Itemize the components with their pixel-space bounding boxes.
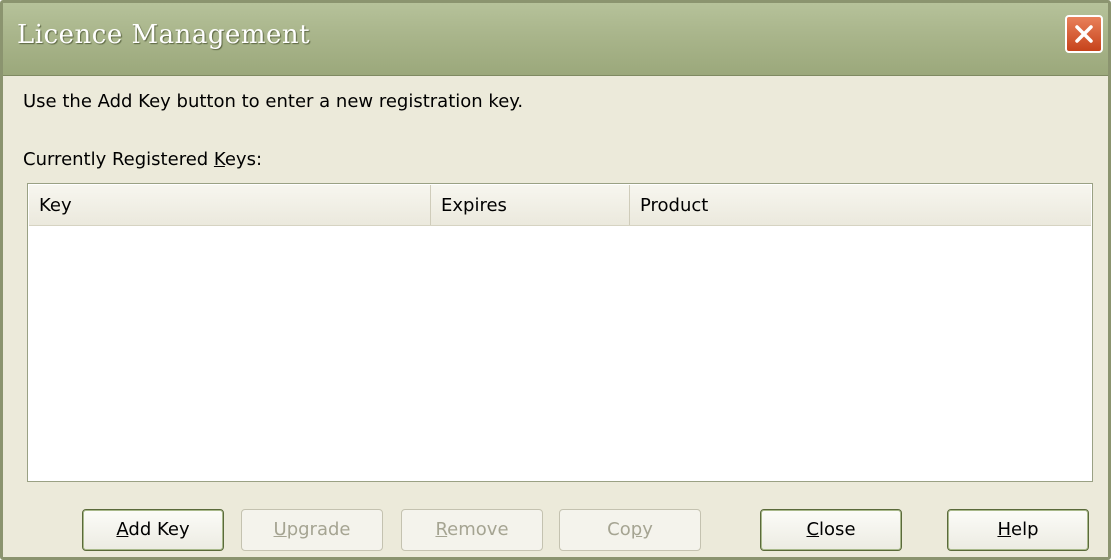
title-bar[interactable]: Licence Management bbox=[3, 3, 1108, 76]
close-window-button[interactable] bbox=[1065, 15, 1103, 53]
copy-prefix: Co bbox=[607, 519, 631, 540]
close-x-icon bbox=[1075, 25, 1093, 43]
registered-keys-label: Currently Registered Keys: bbox=[23, 149, 262, 170]
upgrade-label: pgrade bbox=[286, 519, 351, 540]
copy-label: y bbox=[642, 519, 653, 540]
copy-accel: p bbox=[630, 519, 643, 540]
column-header-key-label: Key bbox=[39, 195, 72, 216]
add-key-label: dd Key bbox=[128, 519, 190, 540]
window-title: Licence Management bbox=[17, 20, 311, 50]
upgrade-button[interactable]: Upgrade bbox=[241, 509, 383, 551]
close-label: lose bbox=[819, 519, 856, 540]
registered-keys-label-prefix: Currently Registered bbox=[23, 149, 214, 170]
registered-keys-label-accel: K bbox=[213, 149, 225, 170]
remove-label: emove bbox=[447, 519, 509, 540]
column-header-product[interactable]: Product bbox=[630, 185, 1091, 225]
column-header-expires[interactable]: Expires bbox=[431, 185, 630, 225]
list-header: Key Expires Product bbox=[29, 185, 1091, 226]
upgrade-accel: U bbox=[273, 519, 287, 540]
add-key-accel: A bbox=[116, 519, 129, 540]
column-header-expires-label: Expires bbox=[441, 195, 507, 216]
add-key-button[interactable]: Add Key bbox=[82, 509, 224, 551]
licence-management-dialog: Licence Management Use the Add Key butto… bbox=[0, 0, 1111, 560]
column-header-product-label: Product bbox=[640, 195, 709, 216]
help-accel: H bbox=[997, 519, 1012, 540]
close-button[interactable]: Close bbox=[760, 509, 902, 551]
registered-keys-label-suffix: eys: bbox=[224, 149, 263, 170]
copy-button[interactable]: Copy bbox=[559, 509, 701, 551]
column-header-key[interactable]: Key bbox=[29, 185, 431, 225]
instruction-text: Use the Add Key button to enter a new re… bbox=[23, 91, 524, 112]
help-button[interactable]: Help bbox=[947, 509, 1089, 551]
close-accel: C bbox=[806, 519, 820, 540]
help-label: elp bbox=[1011, 519, 1039, 540]
remove-button[interactable]: Remove bbox=[401, 509, 543, 551]
remove-accel: R bbox=[435, 519, 448, 540]
registered-keys-list[interactable]: Key Expires Product bbox=[27, 183, 1093, 482]
